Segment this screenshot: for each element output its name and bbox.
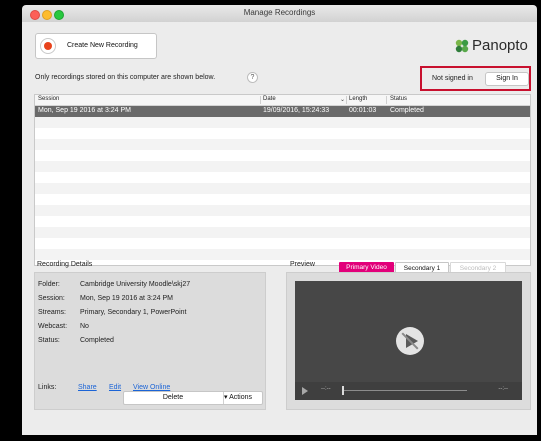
recording-details-panel: Folder: Cambridge University Moodle\skj2… [34,272,266,410]
table-row[interactable] [35,117,530,128]
table-row[interactable] [35,249,530,260]
table-rows: Mon, Sep 19 2016 at 3:24 PM 19/09/2016, 1… [35,106,530,260]
detail-row-status: Status: Completed [38,337,114,344]
table-row[interactable] [35,128,530,139]
seek-bar[interactable] [342,390,467,391]
sign-in-highlight: Not signed in Sign In [420,66,531,91]
detail-row-session: Session: Mon, Sep 19 2016 at 3:24 PM [38,295,173,302]
app-window: Manage Recordings Create New Recording P… [0,0,541,441]
detail-label: Streams: [38,309,67,316]
cell-status: Completed [390,107,424,114]
detail-value: No [80,323,89,330]
table-row[interactable] [35,194,530,205]
table-header: Session Date ⌄ Length Status [35,95,530,106]
play-icon[interactable] [302,387,308,395]
column-length[interactable]: Length [349,96,367,102]
table-row[interactable] [35,238,530,249]
edit-link[interactable]: Edit [109,384,121,391]
detail-row-streams: Streams: Primary, Secondary 1, PowerPoin… [38,309,186,316]
cell-date: 19/09/2016, 15:24:33 [263,107,330,114]
table-row[interactable]: Mon, Sep 19 2016 at 3:24 PM 19/09/2016, 1… [35,106,530,117]
preview-heading: Preview [290,261,315,268]
detail-value: Primary, Secondary 1, PowerPoint [80,309,187,316]
view-online-link[interactable]: View Online [133,384,170,391]
cell-session: Mon, Sep 19 2016 at 3:24 PM [38,107,132,114]
table-row[interactable] [35,205,530,216]
sign-in-button[interactable]: Sign In [485,72,529,86]
video-player[interactable]: --:-- --:-- [295,281,522,400]
detail-value: Completed [80,337,114,344]
table-row[interactable] [35,150,530,161]
sign-in-status: Not signed in [432,75,473,82]
table-row[interactable] [35,183,530,194]
share-link[interactable]: Share [78,384,97,391]
current-time: --:-- [321,386,331,392]
column-status[interactable]: Status [390,96,407,102]
table-row[interactable] [35,227,530,238]
delete-button[interactable]: Delete [124,392,222,404]
main-panel: Create New Recording Panopto Only record… [22,22,537,435]
title-bar[interactable]: Manage Recordings [22,5,537,23]
detail-label: Folder: [38,281,60,288]
record-icon [40,38,56,54]
local-recordings-notice: Only recordings stored on this computer … [35,74,216,81]
total-time: --:-- [498,386,508,392]
table-row[interactable] [35,161,530,172]
help-icon[interactable]: ? [247,72,258,83]
panopto-logo-text: Panopto [472,37,528,54]
sort-descending-icon[interactable]: ⌄ [340,96,345,103]
detail-label: Status: [38,337,60,344]
links-row: Links: Share Edit View Online [38,384,170,391]
detail-label: Webcast: [38,323,68,330]
detail-label: Session: [38,295,65,302]
play-disabled-icon [396,327,424,355]
player-controls: --:-- --:-- [295,382,522,400]
table-row[interactable] [35,139,530,150]
cell-length: 00:01:03 [349,107,377,114]
detail-value: Mon, Sep 19 2016 at 3:24 PM [80,295,174,302]
recording-details-heading: Recording Details [37,261,93,268]
create-new-recording-button[interactable]: Create New Recording [35,33,157,59]
actions-dropdown[interactable]: ▾ Actions [223,392,263,404]
panopto-logo: Panopto [455,36,535,56]
seek-handle[interactable] [342,386,344,395]
detail-value: Cambridge University Moodle\skj27 [80,281,191,288]
links-label: Links: [38,384,57,391]
column-session[interactable]: Session [38,96,59,102]
detail-row-folder: Folder: Cambridge University Moodle\skj2… [38,281,190,288]
preview-panel: --:-- --:-- [286,272,531,410]
create-new-recording-label: Create New Recording [67,42,138,49]
recordings-table: Session Date ⌄ Length Status Mon, Sep 19… [34,94,531,266]
window-title: Manage Recordings [243,8,316,17]
recording-actions-bar: Delete ▾ Actions [123,391,263,405]
column-date[interactable]: Date [263,96,276,102]
detail-row-webcast: Webcast: No [38,323,89,330]
table-row[interactable] [35,216,530,227]
table-row[interactable] [35,172,530,183]
panopto-logo-icon [455,39,469,53]
